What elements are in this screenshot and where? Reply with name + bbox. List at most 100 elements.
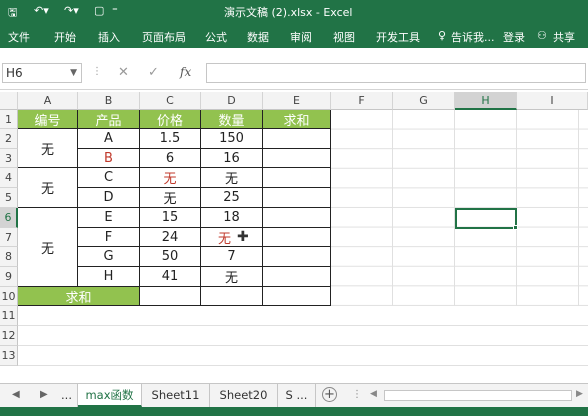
price-cell[interactable]: 15 (140, 208, 201, 228)
quantity-cell[interactable]: 7 (201, 247, 263, 267)
next-sheet-icon[interactable]: ▶ (40, 389, 48, 400)
sum-cell[interactable] (263, 267, 331, 287)
customize-qat-icon[interactable]: ⁼ (112, 4, 118, 17)
login-button[interactable]: 登录 (503, 29, 525, 45)
redo-icon[interactable]: ↷▾ (64, 4, 79, 17)
row-header[interactable]: 11 (0, 306, 18, 326)
row-header[interactable]: 1 (0, 110, 18, 129)
header-cell[interactable]: 价格 (140, 110, 201, 129)
tab-page-layout[interactable]: 页面布局 (142, 29, 186, 45)
tab-data[interactable]: 数据 (247, 29, 269, 45)
price-cell[interactable]: 41 (140, 267, 201, 287)
undo-icon[interactable]: ↶▾ (34, 4, 49, 17)
select-all-corner[interactable] (0, 92, 18, 110)
share-button[interactable]: 共享 (553, 29, 575, 45)
column-header[interactable]: C (140, 92, 201, 110)
product-cell[interactable]: C (78, 168, 140, 188)
row-header[interactable]: 9 (0, 267, 18, 287)
total-cell[interactable] (201, 287, 263, 306)
row-header[interactable]: 13 (0, 346, 18, 366)
product-cell[interactable]: E (78, 208, 140, 228)
product-cell[interactable]: F (78, 228, 140, 247)
name-box[interactable]: H6 ▼ (2, 63, 82, 83)
total-cell[interactable] (263, 287, 331, 306)
tab-formulas[interactable]: 公式 (205, 29, 227, 45)
horizontal-scrollbar[interactable] (384, 390, 572, 401)
selected-cell[interactable] (455, 208, 517, 229)
tab-review[interactable]: 审阅 (290, 29, 312, 45)
tab-insert[interactable]: 插入 (98, 29, 120, 45)
prev-sheet-icon[interactable]: ◀ (12, 389, 20, 400)
sum-cell[interactable] (263, 208, 331, 228)
cancel-icon[interactable]: ✕ (118, 65, 129, 80)
quantity-cell[interactable]: 无 (201, 228, 263, 247)
formula-input[interactable] (206, 63, 586, 83)
price-cell[interactable]: 无 (140, 168, 201, 188)
header-cell[interactable]: 编号 (18, 110, 78, 129)
price-cell[interactable]: 50 (140, 247, 201, 267)
row-header-selected[interactable]: 6 (0, 208, 18, 228)
column-header[interactable]: B (78, 92, 140, 110)
quantity-cell[interactable]: 无 (201, 168, 263, 188)
sheet-tab-overflow[interactable]: ... (56, 384, 78, 407)
scroll-left-icon[interactable]: ◀ (370, 389, 377, 399)
total-cell[interactable] (140, 287, 201, 306)
row-header[interactable]: 4 (0, 168, 18, 188)
row-header[interactable]: 5 (0, 188, 18, 208)
insert-function-icon[interactable]: fx (180, 65, 191, 79)
column-header[interactable]: G (393, 92, 455, 110)
price-cell[interactable]: 无 (140, 188, 201, 208)
empty-grid-area[interactable] (18, 306, 588, 383)
row-header[interactable]: 7 (0, 228, 18, 247)
quantity-cell[interactable]: 16 (201, 149, 263, 168)
row-header[interactable]: 10 (0, 287, 18, 306)
sheet-tab[interactable]: S ... (278, 384, 316, 407)
product-cell[interactable]: H (78, 267, 140, 287)
sum-cell[interactable] (263, 188, 331, 208)
header-cell[interactable]: 数量 (201, 110, 263, 129)
enter-icon[interactable]: ✓ (148, 65, 159, 80)
tab-options-icon[interactable]: ⋮ (352, 389, 362, 400)
product-cell[interactable]: G (78, 247, 140, 267)
sheet-tab[interactable]: Sheet11 (142, 384, 210, 407)
column-header-selected[interactable]: H (455, 92, 517, 110)
tab-home[interactable]: 开始 (54, 29, 76, 45)
tab-file[interactable]: 文件 (8, 29, 30, 45)
quantity-cell[interactable]: 150 (201, 129, 263, 149)
tab-view[interactable]: 视图 (333, 29, 355, 45)
quantity-cell[interactable]: 18 (201, 208, 263, 228)
tab-developer[interactable]: 开发工具 (376, 29, 420, 45)
header-cell[interactable]: 产品 (78, 110, 140, 129)
sheet-tab[interactable]: Sheet20 (210, 384, 278, 407)
fill-handle[interactable] (513, 225, 518, 230)
id-cell[interactable]: 无 (18, 129, 78, 168)
quantity-cell[interactable]: 无 (201, 267, 263, 287)
id-cell[interactable]: 无 (18, 208, 78, 287)
product-cell[interactable]: D (78, 188, 140, 208)
row-header[interactable]: 3 (0, 149, 18, 168)
id-cell[interactable]: 无 (18, 168, 78, 208)
product-cell[interactable]: A (78, 129, 140, 149)
tell-me-search[interactable]: 告诉我... (451, 29, 495, 45)
column-header[interactable]: I (517, 92, 588, 110)
product-cell[interactable]: B (78, 149, 140, 168)
column-header[interactable]: E (263, 92, 331, 110)
row-header[interactable]: 12 (0, 326, 18, 346)
sum-cell[interactable] (263, 247, 331, 267)
save-icon[interactable]: 🖫 (8, 4, 17, 23)
header-cell[interactable]: 求和 (263, 110, 331, 129)
price-cell[interactable]: 6 (140, 149, 201, 168)
add-sheet-icon[interactable]: + (322, 387, 337, 402)
spreadsheet-grid[interactable]: A B C D E F G H I 1 2 3 4 5 6 7 8 9 10 1… (0, 92, 588, 383)
row-header[interactable]: 2 (0, 129, 18, 149)
quantity-cell[interactable]: 25 (201, 188, 263, 208)
column-header[interactable]: F (331, 92, 393, 110)
sum-cell[interactable] (263, 168, 331, 188)
chevron-down-icon[interactable]: ▼ (70, 64, 77, 82)
price-cell[interactable]: 24 (140, 228, 201, 247)
column-header[interactable]: D (201, 92, 263, 110)
price-cell[interactable]: 1.5 (140, 129, 201, 149)
sum-cell[interactable] (263, 149, 331, 168)
sheet-tab-active[interactable]: max函数 (78, 384, 142, 407)
total-label-cell[interactable]: 求和 (18, 287, 140, 306)
